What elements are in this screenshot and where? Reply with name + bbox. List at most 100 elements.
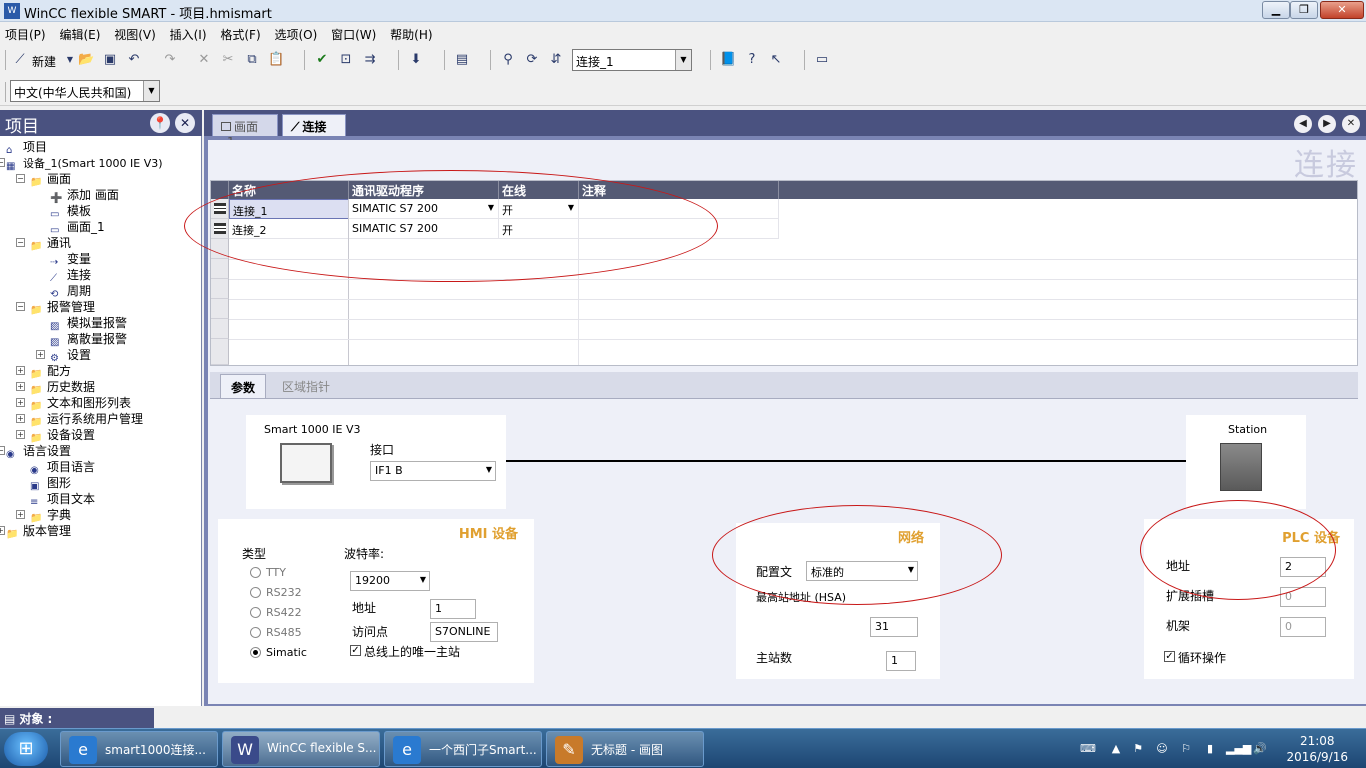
cell-comment[interactable] <box>579 199 779 219</box>
masters-input[interactable]: 1 <box>886 651 916 671</box>
show-hidden-icon[interactable]: ▲ <box>1108 741 1124 757</box>
tree-item[interactable]: 📁 配方 <box>30 363 71 380</box>
baud-rate-dropdown[interactable]: 19200 ▼ <box>350 571 430 591</box>
pin-icon[interactable]: 📍 <box>150 113 170 133</box>
cell-driver[interactable]: SIMATIC S7 200 ▼ <box>349 199 499 219</box>
layout-icon[interactable]: ▤ <box>454 52 470 68</box>
chevron-down-icon[interactable]: ▼ <box>485 201 497 215</box>
collapse-icon[interactable]: − <box>16 174 25 183</box>
chevron-down-icon[interactable]: ▼ <box>908 565 914 574</box>
radio-simatic[interactable] <box>250 647 261 658</box>
help-icon[interactable]: ? <box>744 52 760 68</box>
tab-area-pointer[interactable]: 区域指针 <box>272 374 340 398</box>
column-header-online[interactable]: 在线 <box>499 181 579 199</box>
expand-icon[interactable]: + <box>16 398 25 407</box>
expand-icon[interactable]: + <box>16 430 25 439</box>
tree-item[interactable]: ➕ 添加 画面 <box>50 187 119 204</box>
column-header-driver[interactable]: 通讯驱动程序 <box>349 181 499 199</box>
copy-icon[interactable]: ⧉ <box>244 52 260 68</box>
task-wincc[interactable]: W WinCC flexible S... <box>222 731 380 767</box>
menu-edit[interactable]: 编辑(E) <box>54 22 105 43</box>
column-header-name[interactable]: 名称 <box>229 181 349 199</box>
hmi-address-input[interactable]: 1 <box>430 599 476 619</box>
tree-item[interactable]: ⟋ 连接 <box>50 267 91 284</box>
tree-item[interactable]: ◉ 项目语言 <box>30 459 95 476</box>
chevron-down-icon[interactable]: ▼ <box>486 465 492 474</box>
radio-tty[interactable] <box>250 567 261 578</box>
task-paint[interactable]: ✎ 无标题 - 画图 <box>546 731 704 767</box>
tree-item[interactable]: 📁 画面 <box>30 171 71 188</box>
tree-item[interactable]: 📁 报警管理 <box>30 299 95 316</box>
radio-rs232[interactable] <box>250 587 261 598</box>
task-ie-siemens[interactable]: e 一个西门子Smart... <box>384 731 542 767</box>
interface-dropdown[interactable]: IF1 B ▼ <box>370 461 496 481</box>
cell-online[interactable]: 开 <box>499 219 579 239</box>
security-icon[interactable]: ⚑ <box>1130 741 1146 757</box>
device-icon[interactable]: ▮ <box>1202 741 1218 757</box>
tree-item[interactable]: 📁 历史数据 <box>30 379 95 396</box>
next-tab-icon[interactable]: ▶ <box>1318 115 1336 133</box>
only-master-checkbox[interactable]: ✓ <box>350 645 361 656</box>
tree-item[interactable]: ⇢ 变量 <box>50 251 91 268</box>
profile-dropdown[interactable]: 标准的 ▼ <box>806 561 918 581</box>
tree-item[interactable]: ▦ 设备_1(Smart 1000 IE V3) <box>6 155 163 172</box>
tree-item[interactable]: ≡ 项目文本 <box>30 491 95 508</box>
row-header-icon[interactable] <box>211 219 229 239</box>
compile-icon[interactable]: ⊡ <box>338 52 354 68</box>
paste-icon[interactable]: 📋 <box>268 52 284 68</box>
tree-item[interactable]: ▨ 离散量报警 <box>50 331 127 348</box>
maximize-button[interactable]: ❐ <box>1290 1 1318 19</box>
expand-icon[interactable]: + <box>36 350 45 359</box>
window-layout-icon[interactable]: ▭ <box>814 52 830 68</box>
collapse-icon[interactable]: − <box>0 158 5 167</box>
collapse-icon[interactable]: − <box>16 238 25 247</box>
expand-icon[interactable]: + <box>16 414 25 423</box>
tab-parameters[interactable]: 参数 <box>220 374 267 398</box>
delete-icon[interactable]: ✕ <box>196 52 212 68</box>
close-panel-icon[interactable]: ✕ <box>175 113 195 133</box>
context-help-icon[interactable]: ↖ <box>768 52 784 68</box>
language-combo[interactable]: 中文(中华人民共和国) ▼ <box>10 80 160 102</box>
network-signal-icon[interactable]: ▂▄▆ <box>1226 741 1251 757</box>
tree-item[interactable]: ▣ 图形 <box>30 475 71 492</box>
keyboard-icon[interactable]: ⌨ <box>1080 741 1096 757</box>
undo-icon[interactable]: ↶ <box>126 52 142 68</box>
tree-item[interactable]: ▭ 模板 <box>50 203 91 220</box>
object-bar-tab[interactable]: ▤ 对象 : <box>0 708 154 728</box>
new-icon[interactable]: ⟋ <box>12 52 28 68</box>
transfer-icon[interactable]: ⇉ <box>362 52 378 68</box>
tree-item[interactable]: ⌂ 项目 <box>6 139 47 156</box>
expand-icon[interactable]: + <box>0 526 5 535</box>
radio-rs485[interactable] <box>250 627 261 638</box>
tree-item[interactable]: 📁 运行系统用户管理 <box>30 411 143 428</box>
menu-view[interactable]: 视图(V) <box>109 22 161 43</box>
access-point-input[interactable]: S7ONLINE <box>430 622 498 642</box>
chevron-down-icon[interactable]: ▼ <box>143 81 159 101</box>
cell-connection-name[interactable]: 连接_1 <box>229 199 349 219</box>
tree-item[interactable]: 📁 通讯 <box>30 235 71 252</box>
menu-insert[interactable]: 插入(I) <box>165 22 212 43</box>
check-icon[interactable]: ✔ <box>314 52 330 68</box>
rack-input[interactable]: 0 <box>1280 617 1326 637</box>
connection-combo[interactable]: 连接_1 ▼ <box>572 49 692 71</box>
book-icon[interactable]: 📘 <box>720 52 736 68</box>
tree-item[interactable]: ▭ 画面_1 <box>50 219 105 236</box>
cut-icon[interactable]: ✂ <box>220 52 236 68</box>
expand-icon[interactable]: + <box>16 510 25 519</box>
cell-comment[interactable] <box>579 219 779 239</box>
tree-item[interactable]: 📁 文本和图形列表 <box>30 395 131 412</box>
prev-tab-icon[interactable]: ◀ <box>1294 115 1312 133</box>
collapse-icon[interactable]: − <box>16 302 25 311</box>
refresh-icon[interactable]: ⟳ <box>524 52 540 68</box>
menu-help[interactable]: 帮助(H) <box>385 22 437 43</box>
row-header-icon[interactable] <box>211 199 229 219</box>
chevron-down-icon[interactable]: ▼ <box>675 50 691 70</box>
cyclic-operation-checkbox[interactable]: ✓ <box>1164 651 1175 662</box>
close-tab-icon[interactable]: ✕ <box>1342 115 1360 133</box>
volume-icon[interactable]: 🔊 <box>1252 741 1268 757</box>
tree-item[interactable]: 📁 设备设置 <box>30 427 95 444</box>
tree-item[interactable]: ▨ 模拟量报警 <box>50 315 127 332</box>
close-button[interactable]: ✕ <box>1320 1 1364 19</box>
cell-online[interactable]: 开 ▼ <box>499 199 579 219</box>
tree-item[interactable]: 📁 版本管理 <box>6 523 71 540</box>
